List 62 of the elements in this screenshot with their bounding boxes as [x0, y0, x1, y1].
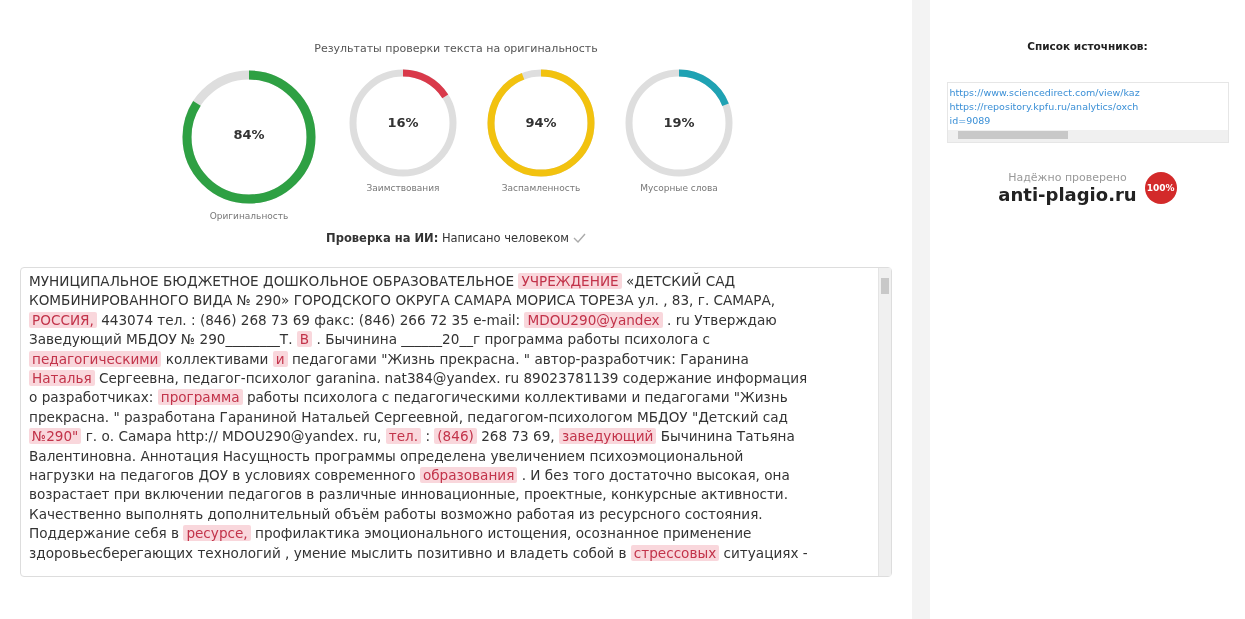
scrollbar[interactable]: [878, 268, 891, 576]
highlighted-word: MDOU290@yandex: [524, 311, 663, 328]
source-link[interactable]: https://www.sciencedirect.com/view/kaz: [949, 87, 1226, 98]
body-text: :: [425, 428, 430, 445]
body-text: . Бычинина ______20__г программа работы психолога с: [316, 331, 710, 348]
body-text: ситуациях -: [723, 544, 808, 561]
gauge-label: Мусорные слова: [639, 183, 719, 193]
body-text: КОМБИНИРОВАННОГО ВИДА № 290» ГОРОДСКОГО ОКРУГА САМАРА МОРИСА ТОРЕЗА ул. , 83, г. САМАРА,: [29, 292, 776, 309]
gauge-label: Заспамленность: [501, 183, 581, 193]
highlighted-word: и: [272, 350, 288, 367]
highlighted-word: №290": [29, 428, 82, 445]
body-text: Качественно выполнять дополнительный объём работы возможно работая из ресурсного состояния.: [29, 505, 763, 522]
percent-value: 94%: [525, 115, 557, 130]
body-text: . И без того достаточно высокая, она: [521, 467, 790, 484]
text-area[interactable]: [20, 267, 892, 577]
logo-site: anti-plagio.ru: [998, 184, 1137, 205]
body-text: коллективами: [165, 350, 269, 367]
body-text: о разработчиках:: [29, 389, 154, 406]
percent-value: 84%: [233, 127, 265, 142]
ai-check-result: Проверка на ИИ: Написано человеком: [326, 231, 569, 245]
body-text: Бычинина Татьяна: [660, 428, 795, 445]
source-link[interactable]: id=9089: [949, 115, 1226, 126]
percent-value: 16%: [387, 115, 419, 130]
gauge-label: Заимствования: [365, 183, 441, 193]
check-icon: [572, 233, 586, 243]
body-text: Сергеевна, педагог-психолог garanina. nat384@yandex. ru 89023781139 содержание информация: [99, 370, 808, 387]
logo-caption: Надёжно проверено: [1008, 171, 1127, 184]
body-text: профилактика эмоционального истощения, осознанное применение: [255, 525, 752, 542]
body-text: Валентиновна. Аннотация Насущность программы определена увеличением психоэмоциональной: [29, 447, 744, 464]
body-text: здоровьесберегающих технологий , умение мыслить позитивно и владеть собой в: [29, 544, 627, 561]
body-text: МУНИЦИПАЛЬНОЕ БЮДЖЕТНОЕ ДОШКОЛЬНОЕ ОБРАЗОВАТЕЛЬНОЕ: [29, 273, 515, 289]
highlighted-word: (846): [434, 428, 477, 445]
body-text: прекрасна. " разработана Гараниной Натальей Сергеевной, педагогом-психологом МБДОУ "Детский сад: [29, 408, 788, 425]
results-title: Результаты проверки текста на оригинальность: [314, 42, 598, 55]
highlighted-word: тел.: [385, 428, 422, 445]
body-text: Заведующий МБДОУ № 290________Т.: [29, 331, 293, 348]
body-text: работы психолога с педагогическими коллективами и педагогами "Жизнь: [246, 389, 788, 406]
highlighted-word: программа: [157, 389, 243, 406]
highlighted-word: стрессовых: [630, 544, 720, 561]
highlighted-word: педагогическими: [29, 350, 162, 367]
sources-title: Список источников:: [1027, 40, 1148, 52]
source-link[interactable]: https://repository.kpfu.ru/analytics/oxch: [949, 101, 1226, 112]
body-text: Поддержание себя в: [29, 525, 180, 542]
body-text: г. о. Самара http:// MDOU290@yandex. ru,: [85, 428, 382, 445]
body-text: 268 73 69,: [481, 428, 555, 445]
highlighted-word: ресурсе,: [183, 525, 251, 542]
highlighted-word: В: [296, 331, 313, 348]
highlighted-word: РОССИЯ,: [29, 311, 97, 328]
body-text: . ru Утверждаю: [667, 311, 777, 328]
body-text: «ДЕТСКИЙ САД: [626, 273, 736, 289]
highlighted-word: заведующий: [559, 428, 657, 445]
percent-value: 19%: [663, 115, 695, 130]
highlighted-word: Наталья: [29, 370, 95, 387]
highlighted-word: образования: [419, 467, 518, 484]
highlighted-word: УЧРЕЖДЕНИЕ: [518, 273, 622, 289]
scrollbar[interactable]: [947, 130, 1228, 142]
seal-badge: 100%: [1144, 172, 1177, 204]
body-text: возрастает при включении педагогов в различные инновационные, проектные, конкурсные активности.: [29, 486, 789, 503]
body-text: нагрузки на педагогов ДОУ в условиях современного: [29, 467, 416, 484]
gauge-label: Оригинальность: [208, 211, 290, 221]
body-text: педагогами "Жизнь прекрасна. " автор-разработчик: Гаранина: [291, 350, 749, 367]
body-text: 443074 тел. : (846) 268 73 69 факс: (846) 266 72 35 e-mail:: [101, 311, 521, 328]
